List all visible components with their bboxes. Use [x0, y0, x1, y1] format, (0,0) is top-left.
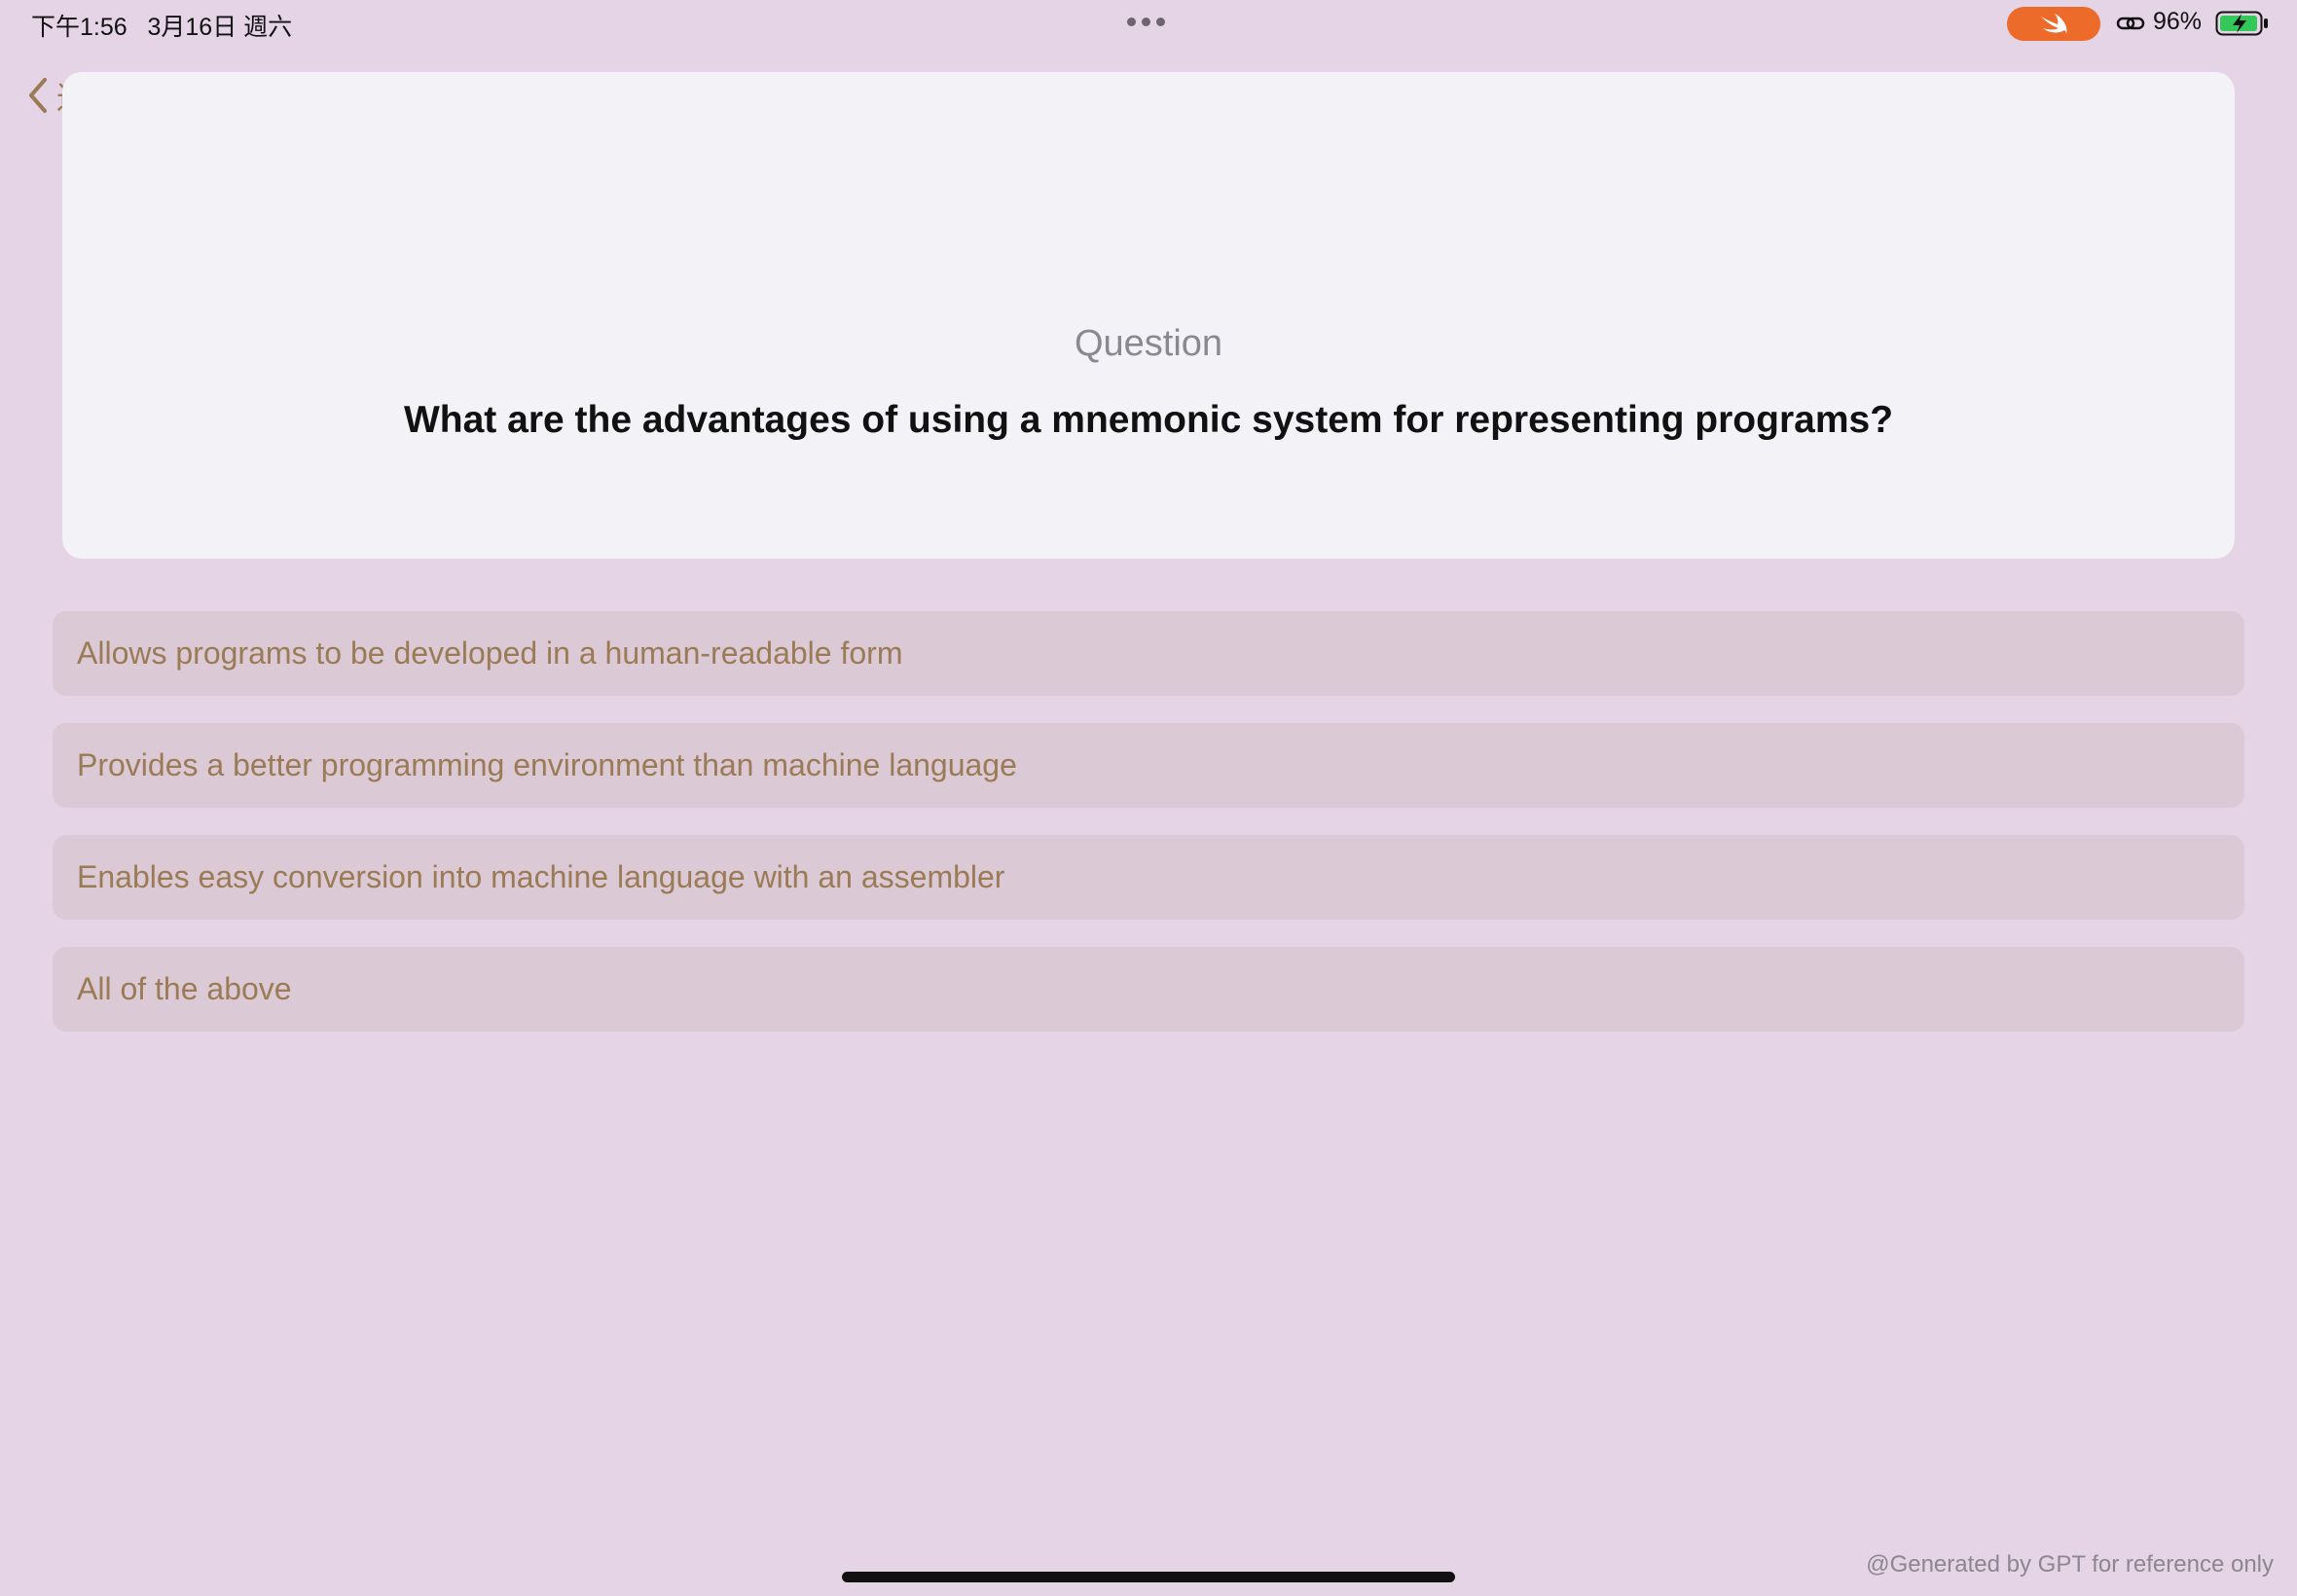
multitasking-dots-icon[interactable] [1127, 18, 1165, 26]
question-card: Question What are the advantages of usin… [62, 72, 2235, 559]
question-heading: Question [1074, 323, 1223, 364]
answer-option-4[interactable]: All of the above [53, 947, 2244, 1032]
answer-option-label: All of the above [77, 971, 292, 1006]
watermark: @Generated by GPT for reference only [1866, 1551, 2274, 1578]
question-text: What are the advantages of using a mnemo… [403, 399, 1894, 441]
status-bar: 下午1:56 3月16日 週六 96% [0, 0, 2297, 47]
answer-option-label: Provides a better programming environmen… [77, 747, 1017, 782]
answer-option-1[interactable]: Allows programs to be developed in a hum… [53, 611, 2244, 696]
answer-option-label: Allows programs to be developed in a hum… [77, 635, 903, 671]
answer-option-3[interactable]: Enables easy conversion into machine lan… [53, 835, 2244, 920]
home-indicator[interactable] [842, 1572, 1455, 1582]
chevron-left-icon [29, 78, 47, 113]
swift-icon[interactable] [2007, 7, 2100, 41]
link-icon [2116, 12, 2145, 40]
battery-charging-icon [2215, 11, 2270, 41]
answer-options: Allows programs to be developed in a hum… [53, 611, 2244, 1059]
battery-percentage: 96% [2153, 8, 2203, 35]
answer-option-2[interactable]: Provides a better programming environmen… [53, 723, 2244, 808]
status-time: 下午1:56 3月16日 週六 [31, 14, 293, 41]
answer-option-label: Enables easy conversion into machine lan… [77, 859, 1005, 894]
